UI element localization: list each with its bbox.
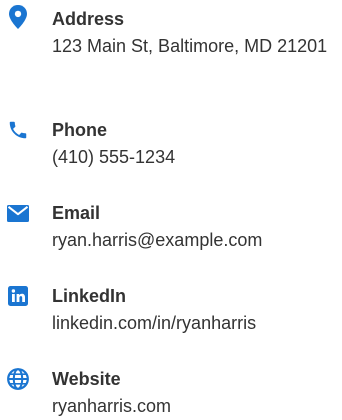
map-pin-icon bbox=[6, 5, 30, 29]
phone-label: Phone bbox=[52, 120, 108, 140]
address-value: 123 Main St, Baltimore, MD 21201 bbox=[52, 36, 328, 56]
phone-icon bbox=[6, 118, 30, 142]
website-link[interactable]: ryanharris.com bbox=[52, 392, 337, 420]
address-label: Address bbox=[52, 9, 125, 29]
linkedin-link[interactable]: linkedin.com/in/ryanharris bbox=[52, 309, 337, 337]
phone-link[interactable]: (410) 555-1234 bbox=[52, 143, 337, 171]
envelope-icon bbox=[6, 201, 30, 225]
email-link[interactable]: ryan.harris@example.com bbox=[52, 226, 337, 254]
website-label: Website bbox=[52, 369, 121, 389]
email-label: Email bbox=[52, 203, 101, 223]
globe-icon bbox=[6, 367, 30, 391]
contact-list: Address 123 Main St, Baltimore, MD 21201… bbox=[0, 0, 342, 420]
linkedin-label: LinkedIn bbox=[52, 286, 127, 306]
linkedin-icon bbox=[6, 284, 30, 308]
